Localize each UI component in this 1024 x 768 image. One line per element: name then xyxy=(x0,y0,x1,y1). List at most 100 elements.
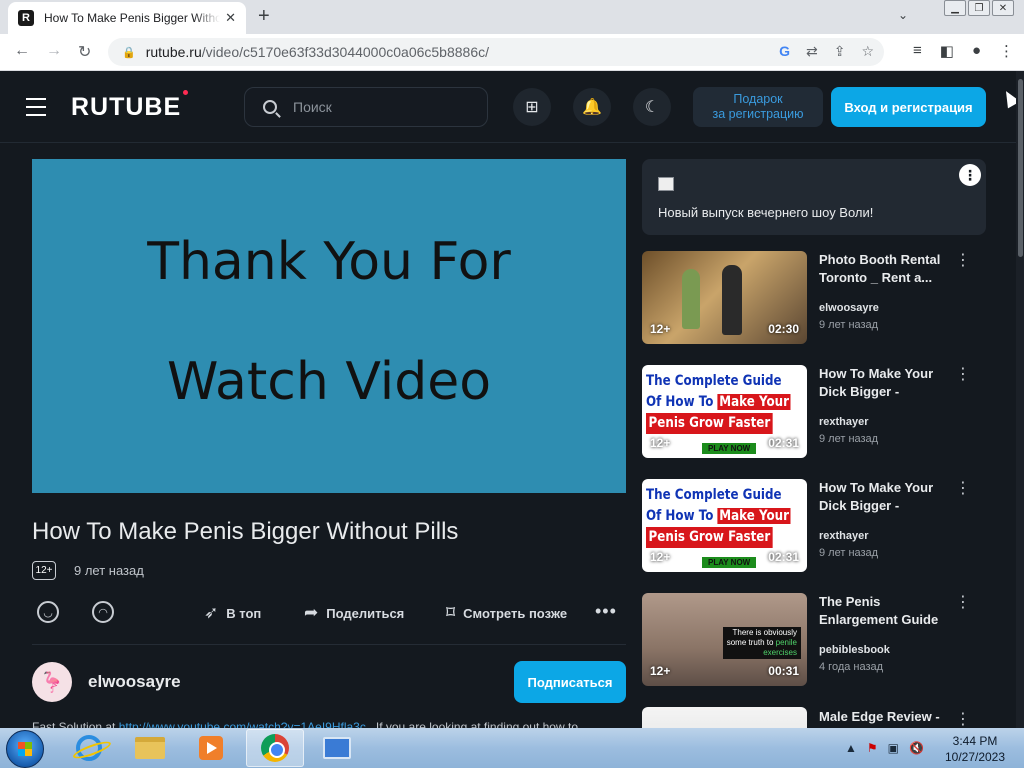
subscribe-button[interactable]: Подписаться xyxy=(514,661,626,703)
recommendation-item[interactable]: There is obviously some truth to penile … xyxy=(642,593,986,687)
recommendation-title[interactable]: Male Edge Review - xyxy=(819,708,944,726)
media-player-taskbar-button[interactable] xyxy=(182,729,240,767)
to-top-label: В топ xyxy=(226,605,262,621)
recommendation-title[interactable]: How To Make Your Dick Bigger - Prove... xyxy=(819,365,944,401)
video-date: 9 лет назад xyxy=(74,563,144,578)
google-icon[interactable]: G xyxy=(779,43,790,60)
page-scrollbar[interactable] xyxy=(1016,71,1024,728)
file-explorer-taskbar-button[interactable] xyxy=(121,729,179,767)
share-icon[interactable]: ⇪ xyxy=(834,43,846,60)
recommendation-more-icon[interactable]: ⋮ xyxy=(955,481,971,497)
theme-moon-icon[interactable]: ☾ xyxy=(633,88,671,126)
url-text[interactable]: rutube.ru/video/c5170e63f33d3044000c0a06… xyxy=(146,44,489,60)
search-box[interactable] xyxy=(244,87,488,127)
age-rating-badge: 12+ xyxy=(32,561,56,580)
thumb-caption: There is obviously some truth to penile … xyxy=(722,627,801,659)
dislike-frown-icon[interactable]: ◠ xyxy=(92,601,114,623)
system-clock[interactable]: 3:44 PM 10/27/2023 xyxy=(940,733,1010,765)
hamburger-menu-icon[interactable] xyxy=(26,98,46,122)
recommendation-date: 9 лет назад xyxy=(819,319,879,331)
share-button[interactable]: ➦ Поделиться xyxy=(304,603,404,623)
rutube-logo[interactable]: RUTUBE xyxy=(71,90,189,122)
recommendation-more-icon[interactable]: ⋮ xyxy=(955,367,971,383)
notifications-bell-icon[interactable]: 🔔 xyxy=(573,88,611,126)
tab-search-chevron-icon[interactable]: ⌄ xyxy=(898,8,908,22)
like-smile-icon[interactable]: ◡ xyxy=(37,601,59,623)
reload-icon[interactable]: ↻ xyxy=(78,42,91,62)
thumb-text: exercises xyxy=(763,648,797,657)
more-actions-icon[interactable]: ••• xyxy=(595,601,617,622)
menu-kebab-icon[interactable]: ⋮ xyxy=(999,42,1014,60)
recommendation-channel[interactable]: pebiblesbook xyxy=(819,644,890,656)
remote-desktop-taskbar-button[interactable] xyxy=(308,729,366,767)
lock-icon[interactable]: 🔒 xyxy=(122,46,136,59)
gift-for-registration-button[interactable]: Подарок за регистрацию xyxy=(693,87,823,127)
recommendation-more-icon[interactable]: ⋮ xyxy=(955,595,971,611)
video-thumbnail[interactable]: The Complete Guide Of How To Make Your P… xyxy=(642,479,807,572)
recommendation-item[interactable]: Male Edge Review - ⋮ xyxy=(642,707,986,728)
recommendation-more-icon[interactable]: ⋮ xyxy=(955,253,971,269)
video-thumbnail[interactable]: There is obviously some truth to penile … xyxy=(642,593,807,686)
thumb-text: Penis Grow Faster xyxy=(646,527,773,548)
share-label: Поделиться xyxy=(326,605,405,621)
login-register-button[interactable]: Вход и регистрация xyxy=(831,87,986,127)
action-center-flag-icon[interactable]: ⚑ xyxy=(867,741,878,755)
show-hidden-icons-chevron-icon[interactable]: ▲ xyxy=(845,741,857,755)
recommendation-date: 4 года назад xyxy=(819,661,884,673)
recommendation-more-icon[interactable]: ⋮ xyxy=(955,712,971,728)
chrome-taskbar-button[interactable] xyxy=(246,729,304,767)
media-control-icon[interactable]: ≡ xyxy=(913,42,922,60)
recommendation-title[interactable]: How To Make Your Dick Bigger - Prove... xyxy=(819,479,944,515)
close-tab-icon[interactable]: ✕ xyxy=(225,10,236,26)
thumb-text: Of How To xyxy=(646,508,714,524)
browser-tab[interactable]: R How To Make Penis Bigger Witho ✕ xyxy=(8,2,246,34)
video-player[interactable]: Thank You For Watch Video xyxy=(32,159,626,493)
recommendation-date: 9 лет назад xyxy=(819,547,879,559)
recommendation-title[interactable]: Photo Booth Rental Toronto _ Rent a... xyxy=(819,251,944,287)
video-thumbnail[interactable] xyxy=(642,707,807,728)
recommendation-item[interactable]: 12+ 02:30 Photo Booth Rental Toronto _ R… xyxy=(642,251,986,345)
recommendation-item[interactable]: The Complete Guide Of How To Make Your P… xyxy=(642,479,986,573)
channel-name[interactable]: elwoosayre xyxy=(88,672,181,692)
internet-explorer-taskbar-button[interactable] xyxy=(60,729,118,767)
thumb-text: Make Your xyxy=(717,508,791,524)
rutube-favicon-icon: R xyxy=(18,10,34,26)
window-close-icon[interactable]: ✕ xyxy=(992,0,1014,16)
thumb-text: Of How To xyxy=(646,394,714,410)
address-bar[interactable]: 🔒 rutube.ru/video/c5170e63f33d3044000c0a… xyxy=(108,38,884,66)
window-controls: ▁ ❐ ✕ xyxy=(944,0,1014,16)
side-panel-icon[interactable]: ◧ xyxy=(940,42,954,60)
recommendation-title[interactable]: The Penis Enlargement Guide xyxy=(819,593,944,629)
back-arrow-icon[interactable]: ← xyxy=(14,42,30,60)
folder-icon xyxy=(135,737,165,759)
new-tab-icon[interactable]: + xyxy=(258,6,270,26)
restore-icon[interactable]: ❐ xyxy=(968,0,990,16)
gift-label-line1: Подарок xyxy=(733,92,783,106)
video-thumbnail[interactable]: The Complete Guide Of How To Make Your P… xyxy=(642,365,807,458)
recommendation-channel[interactable]: rexthayer xyxy=(819,416,869,428)
recommendation-channel[interactable]: elwoosayre xyxy=(819,302,879,314)
promo-card[interactable]: Новый выпуск вечернего шоу Воли! ⋮ xyxy=(642,159,986,235)
minimize-icon[interactable]: ▁ xyxy=(944,0,966,16)
search-input[interactable] xyxy=(293,99,463,115)
watch-later-button[interactable]: ⌑ Смотреть позже xyxy=(446,603,567,623)
profile-icon[interactable]: ● xyxy=(972,42,981,60)
video-thumbnail[interactable]: 12+ 02:30 xyxy=(642,251,807,344)
start-button[interactable] xyxy=(6,730,44,768)
forward-arrow-icon[interactable]: → xyxy=(46,42,62,60)
share-arrow-icon: ➦ xyxy=(304,603,319,622)
thumb-play-now: PLAY NOW xyxy=(702,443,757,454)
channel-avatar[interactable]: 🦩 xyxy=(32,662,72,702)
recommendation-item[interactable]: The Complete Guide Of How To Make Your P… xyxy=(642,365,986,459)
upload-plus-icon[interactable]: ⊞ xyxy=(513,88,551,126)
recommendation-channel[interactable]: rexthayer xyxy=(819,530,869,542)
bookmark-icon: ⌑ xyxy=(446,603,456,622)
bookmark-star-icon[interactable]: ☆ xyxy=(861,43,874,60)
promo-more-icon[interactable]: ⋮ xyxy=(959,164,981,186)
translate-icon[interactable]: ⇄ xyxy=(806,43,818,60)
search-icon[interactable] xyxy=(263,100,277,114)
network-icon[interactable]: ▣ xyxy=(888,741,899,755)
internet-explorer-icon xyxy=(76,735,102,761)
to-top-button[interactable]: ➶ В топ xyxy=(204,603,261,623)
volume-muted-icon[interactable]: 🔇 xyxy=(909,741,924,755)
